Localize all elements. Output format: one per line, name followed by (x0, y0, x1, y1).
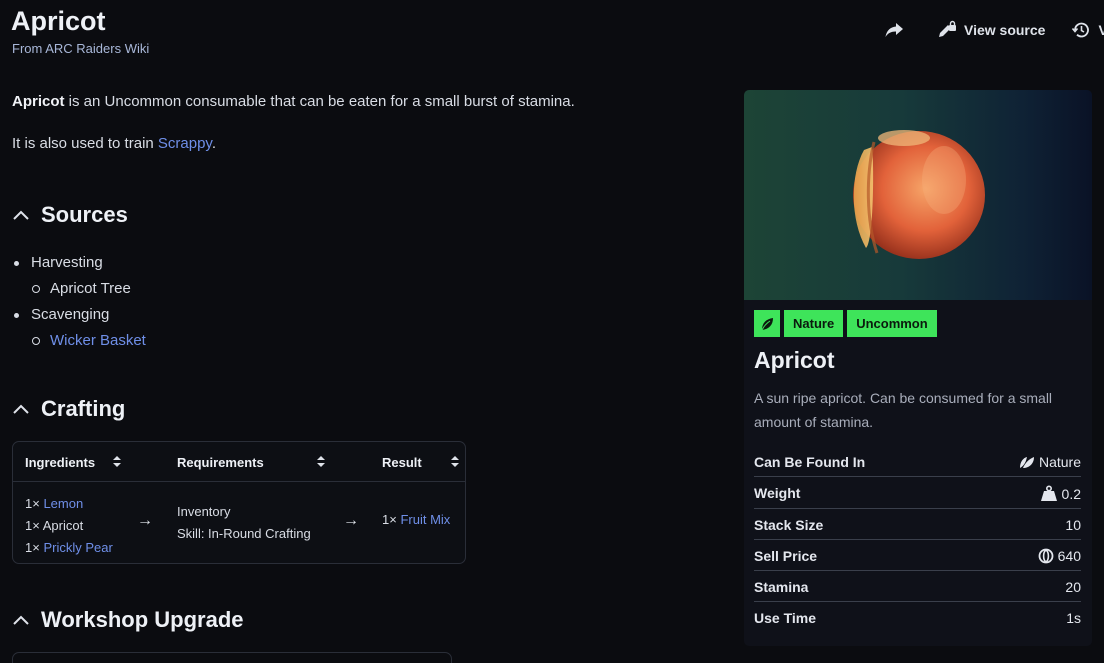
scrappy-link[interactable]: Scrappy (158, 135, 212, 152)
stat-value: 1s (1066, 610, 1081, 627)
sort-icon[interactable] (317, 456, 325, 468)
stat-value: Nature (1019, 454, 1081, 470)
fruit-mix-link[interactable]: Fruit Mix (400, 512, 450, 527)
view-source-button[interactable]: View source (937, 20, 1045, 40)
crafting-heading-label: Crafting (41, 396, 126, 421)
intro2-prefix: It is also used to train (12, 135, 158, 152)
ingredient: 1× Apricot (25, 515, 113, 537)
item-image (744, 90, 1092, 300)
stat-key: Stack Size (754, 516, 824, 533)
sources-heading[interactable]: Sources (12, 202, 128, 228)
sort-icon[interactable] (451, 456, 459, 468)
wicker-basket-link[interactable]: Wicker Basket (50, 332, 146, 349)
chevron-up-icon (13, 210, 29, 220)
sources-heading-label: Sources (41, 202, 128, 227)
page-actions: View source Vi (884, 20, 1104, 40)
intro-paragraph: Apricot is an Uncommon consumable that c… (12, 93, 575, 110)
stat-key: Can Be Found In (754, 454, 866, 470)
apricot-image (853, 130, 985, 259)
rarity-badge[interactable]: Uncommon (847, 310, 937, 337)
ingredient: 1× Prickly Pear (25, 537, 113, 559)
share-button[interactable] (884, 22, 911, 38)
intro-paragraph-2: It is also used to train Scrappy. (12, 135, 216, 152)
view-history-button[interactable]: Vi (1071, 20, 1104, 40)
requirement: Skill: In-Round Crafting (177, 526, 311, 541)
col-result[interactable]: Result (382, 455, 422, 470)
stat-row: Can Be Found In Nature (754, 446, 1081, 478)
ingredient-qty: 1× (25, 496, 40, 511)
requirement: Inventory (177, 504, 231, 519)
ingredients-cell: 1× Lemon 1× Apricot 1× Prickly Pear (25, 493, 113, 559)
page-subtitle: From ARC Raiders Wiki (12, 41, 150, 56)
view-history-label: Vi (1098, 22, 1104, 38)
stat-value: 10 (1065, 516, 1081, 533)
sort-icon[interactable] (113, 456, 121, 468)
arrow-icon: → (137, 512, 153, 529)
stat-key: Use Time (754, 610, 816, 627)
apricot-label: Apricot (42, 518, 84, 533)
ingredient: 1× Lemon (25, 493, 113, 515)
col-ingredients[interactable]: Ingredients (25, 455, 95, 470)
stat-row: Sell Price 640 (754, 540, 1081, 572)
history-icon (1072, 22, 1090, 38)
crafting-table: Ingredients Requirements Result 1× Lemon… (12, 441, 466, 564)
crafting-heading[interactable]: Crafting (12, 396, 125, 422)
ingredient-qty: 1× (25, 518, 40, 533)
workshop-table (12, 652, 452, 663)
ingredient-qty: 1× (25, 540, 40, 555)
sources-list: Harvesting Apricot Tree Scavenging Wicke… (12, 250, 146, 354)
chevron-up-icon (13, 615, 29, 625)
lemon-link[interactable]: Lemon (43, 496, 83, 511)
infobox-stats: Can Be Found In Nature Weight 0.2 Stack … (754, 446, 1081, 634)
weight-icon (1040, 485, 1057, 502)
workshop-heading[interactable]: Workshop Upgrade (12, 607, 244, 633)
source-item: Scavenging (12, 302, 146, 328)
stat-value-text: 0.2 (1061, 485, 1081, 502)
stat-value: 0.2 (1040, 485, 1081, 502)
stat-row: Stamina 20 (754, 571, 1081, 603)
stat-value-text: Nature (1038, 454, 1081, 470)
stat-key: Stamina (754, 579, 809, 596)
item-badges: Nature Uncommon (754, 310, 941, 337)
stat-row: Stack Size 10 (754, 509, 1081, 540)
source-subitem: Apricot Tree (12, 276, 146, 302)
result-qty: 1× (382, 512, 397, 527)
infobox-description: A sun ripe apricot. Can be consumed for … (754, 390, 1053, 430)
col-requirements[interactable]: Requirements (177, 455, 264, 470)
workshop-heading-label: Workshop Upgrade (41, 607, 244, 632)
share-icon (885, 23, 903, 37)
stat-value-text: 640 (1057, 547, 1081, 564)
chevron-up-icon (13, 404, 29, 414)
source-subitem: Wicker Basket (12, 328, 146, 354)
arrow-icon: → (343, 512, 359, 529)
stat-value: 640 (1038, 548, 1081, 564)
stat-row: Weight 0.2 (754, 477, 1081, 509)
result-cell: 1× Fruit Mix (382, 512, 450, 527)
item-infobox: Nature Uncommon Apricot A sun ripe apric… (744, 90, 1092, 646)
nature-badge-icon[interactable] (754, 310, 780, 337)
stat-key: Sell Price (754, 547, 818, 564)
coin-icon (1038, 548, 1054, 564)
view-source-label: View source (964, 22, 1046, 38)
table-header: Ingredients Requirements Result (13, 442, 465, 482)
stat-value: 20 (1065, 579, 1081, 596)
source-item: Harvesting (12, 250, 146, 276)
infobox-title: Apricot (754, 347, 835, 373)
lock-pencil-icon (939, 20, 956, 37)
category-badge[interactable]: Nature (784, 310, 844, 337)
intro2-suffix: . (211, 135, 216, 152)
page-title: Apricot (11, 6, 106, 36)
intro-bold: Apricot (12, 93, 65, 110)
prickly-pear-link[interactable]: Prickly Pear (43, 540, 112, 555)
table-row: 1× Lemon 1× Apricot 1× Prickly Pear → In… (13, 482, 465, 564)
requirements-cell: Inventory Skill: In-Round Crafting (177, 501, 311, 545)
leaf-icon (761, 317, 773, 330)
leaf-icon (1019, 457, 1034, 468)
stat-key: Weight (754, 485, 801, 502)
intro-text: is an Uncommon consumable that can be ea… (64, 93, 575, 110)
stat-row: Use Time 1s (754, 602, 1081, 633)
